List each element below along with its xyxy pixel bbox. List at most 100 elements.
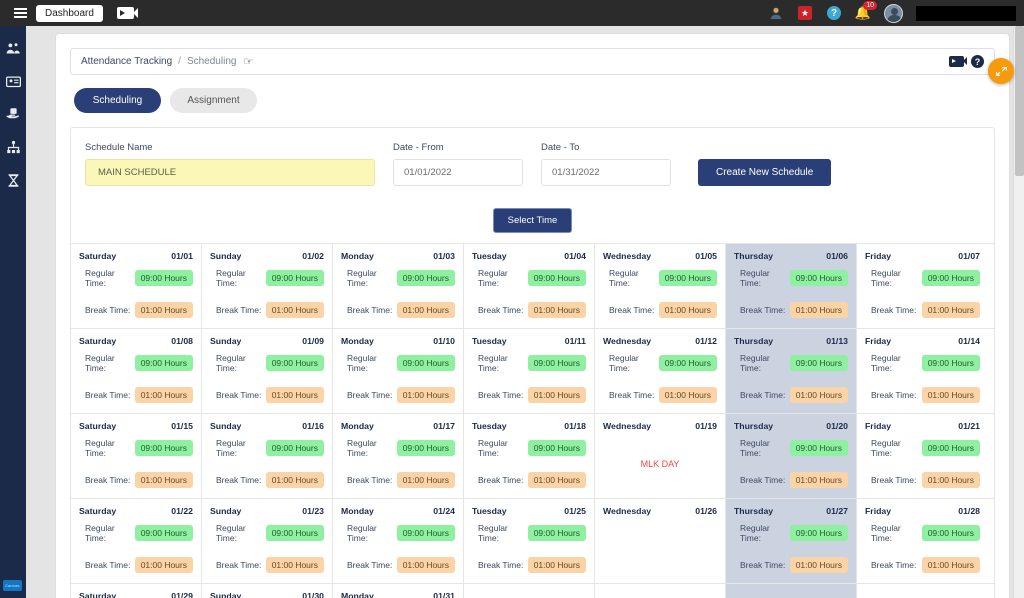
regular-time-chip[interactable]: 09:00 Hours — [789, 525, 848, 541]
break-time-chip[interactable]: 01:00 Hours — [265, 387, 324, 403]
regular-time-chip[interactable]: 09:00 Hours — [658, 355, 717, 371]
calendar-day-cell[interactable]: Sunday01/30Regular Time:09:00 HoursBreak… — [202, 584, 333, 598]
regular-time-chip[interactable]: 09:00 Hours — [265, 525, 324, 541]
calendar-day-cell[interactable]: Wednesday 01/19 MLK DAY — [595, 414, 726, 498]
regular-time-chip[interactable]: 09:00 Hours — [921, 270, 980, 286]
break-time-chip[interactable]: 01:00 Hours — [527, 387, 586, 403]
user-icon[interactable] — [768, 5, 784, 21]
calendar-day-cell[interactable]: Sunday 01/16 Regular Time: 09:00 Hours Break… — [202, 414, 333, 498]
sidebar-item-people[interactable] — [3, 34, 23, 62]
regular-time-chip[interactable]: 09:00 Hours — [134, 270, 193, 286]
break-time-chip[interactable]: 01:00 Hours — [134, 302, 193, 318]
regular-time-chip[interactable]: 09:00 Hours — [134, 525, 193, 541]
sidebar-item-badge[interactable] — [3, 67, 23, 95]
break-time-chip[interactable]: 01:00 Hours — [527, 302, 586, 318]
calendar-day-cell[interactable]: Sunday 01/02 Regular Time: 09:00 Hours Break… — [202, 244, 333, 328]
calendar-day-cell[interactable]: Wednesday 01/12 Regular Time: 09:00 Hours Br… — [595, 329, 726, 413]
tab-scheduling[interactable]: Scheduling — [74, 88, 161, 113]
scrollbar-thumb[interactable] — [1015, 26, 1024, 176]
break-time-chip[interactable]: 01:00 Hours — [921, 302, 980, 318]
calendar-day-cell[interactable]: Friday 01/21 Regular Time: 09:00 Hours Break… — [857, 414, 988, 498]
calendar-day-cell[interactable]: Tuesday 01/25 Regular Time: 09:00 Hours Brea… — [464, 499, 595, 583]
regular-time-chip[interactable]: 09:00 Hours — [265, 440, 324, 456]
video-icon[interactable] — [116, 7, 138, 19]
calendar-day-cell[interactable]: Tuesday 01/18 Regular Time: 09:00 Hours Brea… — [464, 414, 595, 498]
break-time-chip[interactable]: 01:00 Hours — [658, 302, 717, 318]
break-time-chip[interactable]: 01:00 Hours — [396, 472, 455, 488]
break-time-chip[interactable]: 01:00 Hours — [921, 472, 980, 488]
break-time-chip[interactable]: 01:00 Hours — [921, 557, 980, 573]
regular-time-chip[interactable]: 09:00 Hours — [265, 355, 324, 371]
calendar-day-cell[interactable]: Saturday 01/01 Regular Time: 09:00 Hours Bre… — [71, 244, 202, 328]
calendar-day-cell[interactable] — [595, 584, 726, 598]
break-time-chip[interactable]: 01:00 Hours — [789, 472, 848, 488]
calendar-day-cell[interactable]: Saturday 01/15 Regular Time: 09:00 Hours Bre… — [71, 414, 202, 498]
calendar-day-cell[interactable]: Saturday 01/08 Regular Time: 09:00 Hours Bre… — [71, 329, 202, 413]
sidebar-item-time[interactable] — [3, 166, 23, 194]
break-time-chip[interactable]: 01:00 Hours — [396, 302, 455, 318]
avatar[interactable] — [884, 3, 903, 23]
regular-time-chip[interactable]: 09:00 Hours — [134, 355, 193, 371]
breadcrumb-parent[interactable]: Attendance Tracking — [81, 56, 172, 67]
calendar-day-cell[interactable]: Thursday 01/06 Regular Time: 09:00 Hours Bre… — [726, 244, 857, 328]
schedule-name-input[interactable] — [85, 159, 375, 186]
break-time-chip[interactable]: 01:00 Hours — [265, 472, 324, 488]
sidebar-item-org[interactable] — [3, 133, 23, 161]
calendar-day-cell[interactable] — [464, 584, 595, 598]
break-time-chip[interactable]: 01:00 Hours — [921, 387, 980, 403]
calendar-day-cell[interactable]: Monday 01/24 Regular Time: 09:00 Hours Break… — [333, 499, 464, 583]
regular-time-chip[interactable]: 09:00 Hours — [527, 525, 586, 541]
regular-time-chip[interactable]: 09:00 Hours — [921, 440, 980, 456]
calendar-day-cell[interactable]: Monday 01/03 Regular Time: 09:00 Hours Break… — [333, 244, 464, 328]
select-time-button[interactable]: Select Time — [492, 208, 573, 233]
break-time-chip[interactable]: 01:00 Hours — [134, 472, 193, 488]
regular-time-chip[interactable]: 09:00 Hours — [658, 270, 717, 286]
calendar-day-cell[interactable]: Sunday 01/09 Regular Time: 09:00 Hours Break… — [202, 329, 333, 413]
date-from-input[interactable] — [394, 160, 522, 185]
break-time-chip[interactable]: 01:00 Hours — [265, 557, 324, 573]
notification-bell-icon[interactable]: 🔔 10 — [855, 1, 877, 21]
calendar-day-cell[interactable]: Wednesday 01/05 Regular Time: 09:00 Hours Br… — [595, 244, 726, 328]
break-time-chip[interactable]: 01:00 Hours — [265, 302, 324, 318]
expand-fab-button[interactable] — [988, 58, 1014, 84]
regular-time-chip[interactable]: 09:00 Hours — [396, 270, 455, 286]
calendar-day-cell[interactable]: Friday 01/07 Regular Time: 09:00 Hours Break… — [857, 244, 988, 328]
star-icon[interactable]: ★ — [797, 5, 813, 21]
calendar-day-cell[interactable]: Thursday 01/13 Regular Time: 09:00 Hours Bre… — [726, 329, 857, 413]
calendar-day-cell[interactable]: Thursday 01/27 Regular Time: 09:00 Hours Bre… — [726, 499, 857, 583]
calendar-day-cell[interactable]: Monday 01/10 Regular Time: 09:00 Hours Break… — [333, 329, 464, 413]
break-time-chip[interactable]: 01:00 Hours — [396, 557, 455, 573]
calendar-day-cell[interactable] — [857, 584, 988, 598]
break-time-chip[interactable]: 01:00 Hours — [527, 472, 586, 488]
dashboard-button[interactable]: Dashboard — [36, 4, 103, 22]
calendar-day-cell[interactable]: Wednesday 01/26 — [595, 499, 726, 583]
calendar-day-cell[interactable]: Friday 01/28 Regular Time: 09:00 Hours Break… — [857, 499, 988, 583]
calendar-day-cell[interactable]: Tuesday 01/11 Regular Time: 09:00 Hours Brea… — [464, 329, 595, 413]
calendar-day-cell[interactable]: Monday01/31Regular Time:09:00 HoursBreak… — [333, 584, 464, 598]
help-icon[interactable]: ? — [971, 55, 984, 68]
date-to-input[interactable] — [542, 160, 670, 185]
break-time-chip[interactable]: 01:00 Hours — [527, 557, 586, 573]
regular-time-chip[interactable]: 09:00 Hours — [789, 270, 848, 286]
break-time-chip[interactable]: 01:00 Hours — [658, 387, 717, 403]
video-icon[interactable] — [949, 56, 967, 67]
break-time-chip[interactable]: 01:00 Hours — [396, 387, 455, 403]
hamburger-menu-icon[interactable] — [6, 8, 34, 18]
regular-time-chip[interactable]: 09:00 Hours — [921, 525, 980, 541]
break-time-chip[interactable]: 01:00 Hours — [789, 302, 848, 318]
regular-time-chip[interactable]: 09:00 Hours — [921, 355, 980, 371]
regular-time-chip[interactable]: 09:00 Hours — [527, 270, 586, 286]
calendar-day-cell[interactable] — [726, 584, 857, 598]
regular-time-chip[interactable]: 09:00 Hours — [134, 440, 193, 456]
regular-time-chip[interactable]: 09:00 Hours — [396, 355, 455, 371]
break-time-chip[interactable]: 01:00 Hours — [789, 387, 848, 403]
break-time-chip[interactable]: 01:00 Hours — [134, 387, 193, 403]
break-time-chip[interactable]: 01:00 Hours — [134, 557, 193, 573]
break-time-chip[interactable]: 01:00 Hours — [789, 557, 848, 573]
calendar-day-cell[interactable]: Monday 01/17 Regular Time: 09:00 Hours Break… — [333, 414, 464, 498]
create-new-schedule-button[interactable]: Create New Schedule — [698, 159, 832, 186]
regular-time-chip[interactable]: 09:00 Hours — [789, 440, 848, 456]
regular-time-chip[interactable]: 09:00 Hours — [789, 355, 848, 371]
help-icon[interactable]: ? — [826, 5, 842, 21]
calendar-day-cell[interactable]: Friday 01/14 Regular Time: 09:00 Hours Break… — [857, 329, 988, 413]
